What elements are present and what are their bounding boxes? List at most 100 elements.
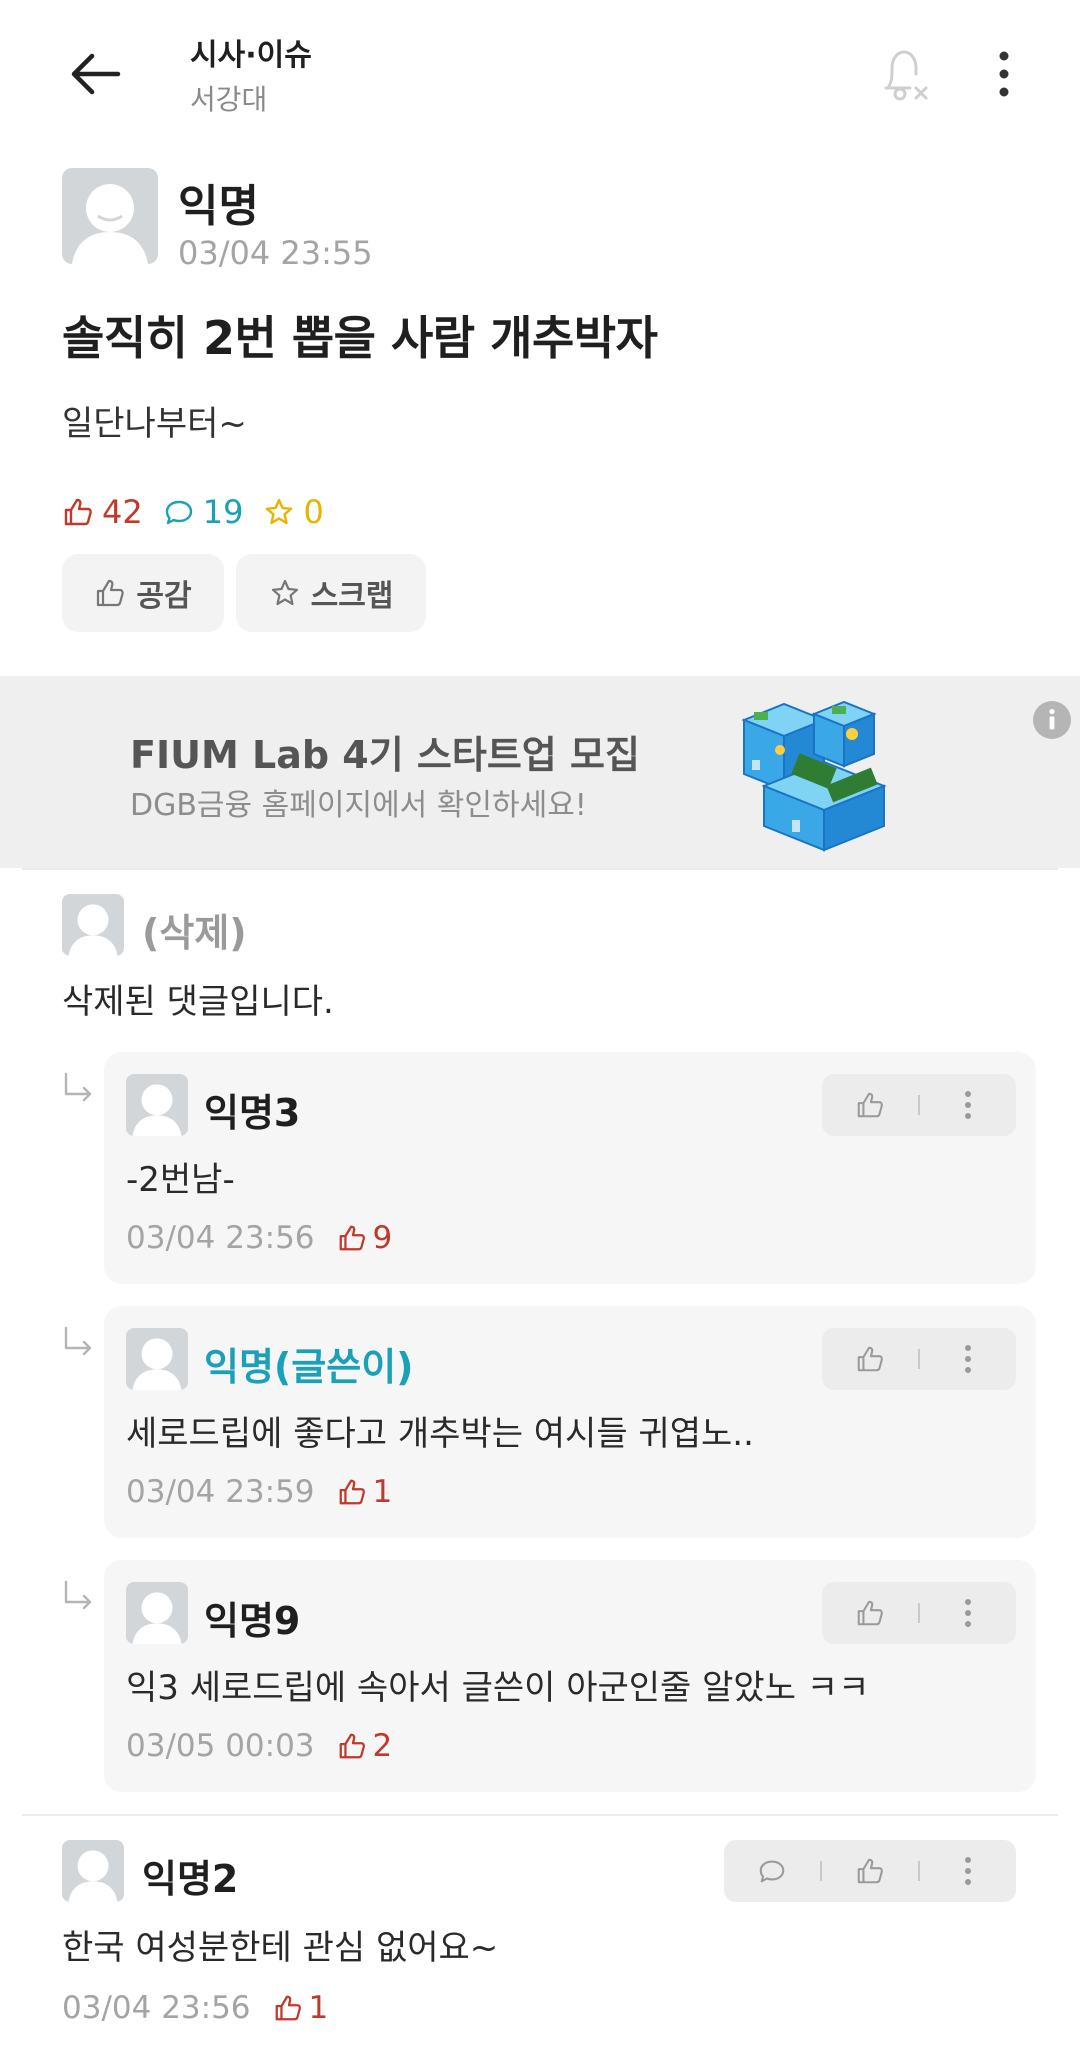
- reply-avatar: [126, 1328, 188, 1390]
- back-button[interactable]: [62, 44, 128, 104]
- scrap-button[interactable]: 스크랩: [236, 554, 426, 632]
- reply-more-button[interactable]: [920, 1582, 1016, 1644]
- comment-avatar: [62, 1840, 124, 1902]
- default-avatar-icon: [68, 904, 118, 956]
- reply-meta: 03/04 23:56 9: [126, 1218, 392, 1258]
- thumbs-up-icon: [857, 1092, 883, 1118]
- reply-author: 익명9: [204, 1599, 301, 1643]
- reply-arrow-icon: [60, 1580, 94, 1614]
- like-button[interactable]: 공감: [62, 554, 224, 632]
- ad-info-button[interactable]: [1032, 700, 1072, 740]
- more-options-button[interactable]: [984, 46, 1024, 102]
- ad-title: FIUM Lab 4기 스타트업 모집: [130, 733, 640, 777]
- top-bar: 시사·이슈 서강대: [0, 0, 1080, 150]
- like-count: 42: [62, 493, 143, 531]
- like-count-value: 42: [102, 493, 143, 531]
- ad-banner[interactable]: FIUM Lab 4기 스타트업 모집 DGB금융 홈페이지에서 확인하세요!: [0, 676, 1080, 868]
- scrap-count: 0: [263, 493, 324, 531]
- comment-bubble-icon: [165, 500, 192, 525]
- reply-arrow-icon: [60, 1072, 94, 1106]
- thumbs-up-icon: [97, 579, 125, 607]
- board-subtitle: 서강대: [190, 83, 268, 116]
- thumbs-up-icon: [857, 1600, 883, 1626]
- info-icon: [1033, 701, 1071, 739]
- back-arrow-icon: [71, 53, 121, 95]
- fium-lab-building-image: [741, 700, 887, 852]
- reply-actions: [822, 1328, 1016, 1390]
- reply-actions: [822, 1582, 1016, 1644]
- thumbs-up-icon: [64, 498, 92, 526]
- comment-divider: [22, 1814, 1058, 1816]
- reply-author-op: 익명(글쓴이): [204, 1345, 414, 1389]
- comment-like-value: 1: [308, 1990, 329, 2026]
- comment-bubble-icon: [759, 1860, 785, 1883]
- reply-like-button[interactable]: [822, 1328, 918, 1390]
- notification-off-button[interactable]: [876, 44, 932, 106]
- thumbs-up-icon: [857, 1346, 883, 1372]
- scrap-button-label: 스크랩: [310, 579, 394, 614]
- comment-more-button[interactable]: [920, 1840, 1016, 1902]
- post-title: 솔직히 2번 뽑을 사람 개추박자: [62, 311, 658, 365]
- reply-actions: [822, 1074, 1016, 1136]
- default-avatar-icon: [68, 1850, 118, 1902]
- thumbs-up-icon: [275, 1995, 301, 2021]
- default-avatar-icon: [72, 184, 148, 264]
- post-author-avatar: [62, 168, 158, 264]
- thumbs-up-icon: [339, 1733, 365, 1759]
- reply-text: 세로드립에 좋다고 개추박는 여시들 귀엽노..: [126, 1414, 754, 1454]
- comment-author: 익명2: [142, 1857, 239, 1901]
- bell-off-icon: [884, 50, 928, 101]
- default-avatar-icon: [132, 1592, 182, 1644]
- reply-arrow-icon: [60, 1326, 94, 1360]
- default-avatar-icon: [132, 1338, 182, 1390]
- reply-like-count: 1: [337, 1474, 393, 1510]
- reply-like-button[interactable]: [822, 1074, 918, 1136]
- reply-card: 익명(글쓴이) 세로드립에 좋다고 개추박는 여시들 귀엽노.. 03/04 2…: [104, 1306, 1036, 1538]
- default-avatar-icon: [132, 1084, 182, 1136]
- like-button-label: 공감: [136, 579, 192, 614]
- comment-text: 삭제된 댓글입니다.: [62, 982, 334, 1022]
- comment-count-value: 19: [202, 493, 244, 531]
- reply-time: 03/05 00:03: [126, 1728, 315, 1764]
- comment-count: 19: [163, 493, 244, 531]
- comment-like-count: 1: [273, 1990, 329, 2026]
- ad-subtitle: DGB금융 홈페이지에서 확인하세요!: [130, 788, 587, 823]
- comment-time: 03/04 23:56: [62, 1990, 251, 2026]
- reply-meta: 03/05 00:03 2: [126, 1726, 392, 1766]
- reply-avatar: [126, 1582, 188, 1644]
- reply-like-value: 9: [372, 1220, 393, 1256]
- more-vertical-icon: [965, 1599, 971, 1627]
- reply-more-button[interactable]: [920, 1074, 1016, 1136]
- reply-like-button[interactable]: [822, 1582, 918, 1644]
- more-vertical-icon: [965, 1091, 971, 1119]
- post-stats: 42 19 0: [62, 490, 344, 534]
- thumbs-up-icon: [339, 1479, 365, 1505]
- reply-meta: 03/04 23:59 1: [126, 1472, 392, 1512]
- more-vertical-icon: [965, 1857, 971, 1885]
- reply-more-button[interactable]: [920, 1328, 1016, 1390]
- board-title: 시사·이슈: [190, 38, 312, 73]
- post-author: 익명: [178, 181, 259, 232]
- more-vertical-icon: [965, 1345, 971, 1373]
- reply-avatar: [126, 1074, 188, 1136]
- comment-text: 한국 여성분한테 관심 없어요~: [62, 1928, 499, 1968]
- thumbs-up-icon: [857, 1858, 883, 1884]
- thumbs-up-icon: [339, 1225, 365, 1251]
- ad-illustration: [724, 690, 894, 862]
- reply-text: 익3 세로드립에 속아서 글쓴이 아군인줄 알았노 ㅋㅋ: [126, 1668, 870, 1708]
- comment-avatar: [62, 894, 124, 956]
- comment-like-button[interactable]: [822, 1840, 918, 1902]
- reply-author: 익명3: [204, 1091, 301, 1135]
- reply-card: 익명3 -2번남- 03/04 23:56 9: [104, 1052, 1036, 1284]
- reply-like-count: 2: [337, 1728, 392, 1764]
- reply-like-count: 9: [337, 1220, 393, 1256]
- post-time: 03/04 23:55: [178, 234, 373, 272]
- reply-time: 03/04 23:59: [126, 1474, 315, 1510]
- reply-like-value: 1: [372, 1474, 393, 1510]
- scrap-count-value: 0: [303, 493, 324, 531]
- reply-button[interactable]: [724, 1840, 820, 1902]
- comment-meta: 03/04 23:56 1: [62, 1988, 328, 2028]
- star-icon: [266, 498, 293, 525]
- reply-text: -2번남-: [126, 1160, 235, 1200]
- comment-actions: [724, 1840, 1016, 1902]
